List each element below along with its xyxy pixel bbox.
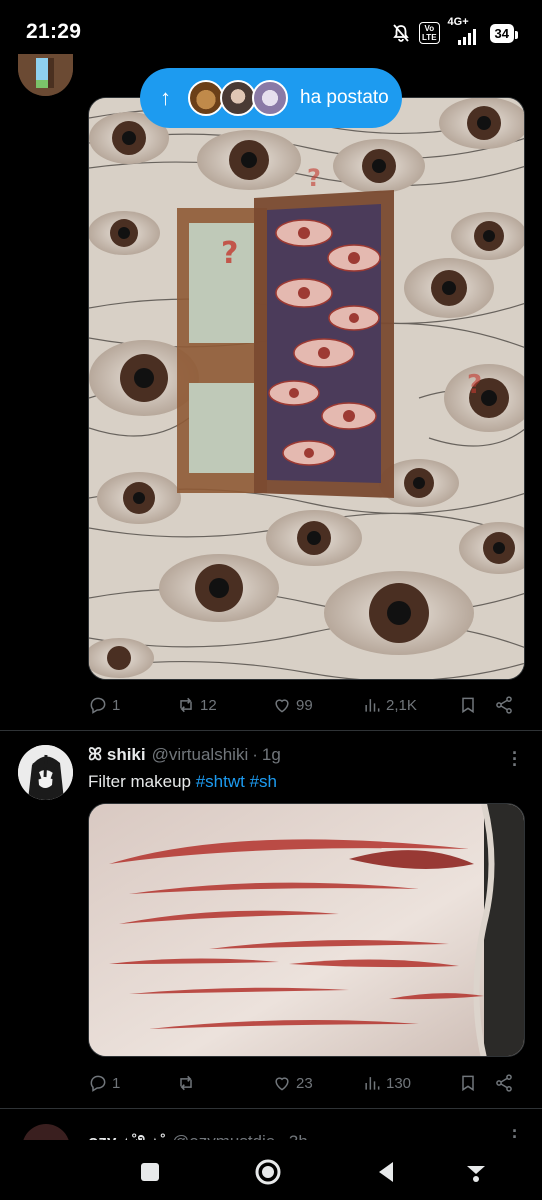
signal-group: 4G+ bbox=[448, 16, 482, 45]
back-button[interactable] bbox=[366, 1152, 406, 1192]
reply-count: 1 bbox=[112, 1074, 121, 1092]
svg-text:?: ? bbox=[467, 370, 482, 400]
separator-dot: · bbox=[252, 745, 258, 764]
battery-icon: 34 bbox=[489, 23, 519, 43]
hashtag-sh[interactable]: #sh bbox=[250, 772, 277, 791]
author-handle[interactable]: @ozymustdie bbox=[172, 1132, 275, 1140]
pill-avatar-2 bbox=[220, 80, 256, 116]
reposted-by-pill[interactable]: ↑ ha postato bbox=[140, 68, 402, 128]
post-time[interactable]: 1g bbox=[262, 745, 281, 765]
like-count: 99 bbox=[296, 696, 313, 714]
pill-avatars bbox=[188, 80, 288, 116]
author-name[interactable]: ozy ⋆˚࿔ ⋆˚ bbox=[88, 1122, 166, 1140]
bookmark-button[interactable] bbox=[458, 695, 494, 715]
hashtag-shtwt[interactable]: #shtwt bbox=[196, 772, 245, 791]
hide-keyboard-icon bbox=[467, 1166, 485, 1182]
post-3-avatar[interactable] bbox=[22, 1124, 70, 1140]
arrow-up-icon: ↑ bbox=[160, 85, 171, 110]
post-1-avatar[interactable] bbox=[18, 54, 73, 96]
signal-icon bbox=[457, 29, 476, 45]
svg-text:?: ? bbox=[307, 164, 321, 192]
post-2-avatar[interactable] bbox=[18, 745, 73, 800]
more-options-icon[interactable]: ··· bbox=[512, 744, 518, 774]
svg-text:?: ? bbox=[221, 236, 238, 271]
views-count: 2,1K bbox=[386, 696, 417, 714]
reply-count: 1 bbox=[112, 696, 121, 714]
reply-button[interactable]: 1 bbox=[88, 695, 176, 715]
author-name[interactable]: ꕤ shiki bbox=[88, 745, 146, 765]
home-circle-icon bbox=[255, 1159, 281, 1185]
repost-button[interactable] bbox=[176, 1073, 272, 1093]
post-time[interactable]: 3h bbox=[289, 1132, 308, 1140]
views-button[interactable]: 2,1K bbox=[362, 695, 458, 715]
repost-count: 12 bbox=[200, 696, 217, 714]
post-3-header: ozy ⋆˚࿔ ⋆˚ @ozymustdie · 3h bbox=[88, 1122, 308, 1140]
repost-button[interactable]: 12 bbox=[176, 695, 272, 715]
pill-avatar-3 bbox=[252, 80, 288, 116]
views-button[interactable]: 130 bbox=[362, 1073, 458, 1093]
status-icons: Vo LTE 4G+ 34 bbox=[391, 16, 519, 46]
post-divider bbox=[0, 1108, 542, 1109]
share-icon bbox=[496, 696, 512, 714]
pill-text: ha postato bbox=[300, 87, 389, 108]
square-icon bbox=[141, 1163, 159, 1181]
status-bar: 21:29 Vo LTE 4G+ 34 bbox=[0, 0, 542, 64]
share-icon bbox=[496, 1074, 512, 1092]
skin-image bbox=[89, 804, 524, 1056]
post-2-text: Filter makeup #shtwt #sh bbox=[88, 772, 277, 792]
pill-avatar-1 bbox=[188, 80, 224, 116]
volte-icon: Vo LTE bbox=[419, 22, 440, 44]
reply-icon bbox=[90, 1075, 106, 1092]
views-icon bbox=[365, 1077, 380, 1090]
heart-icon bbox=[275, 699, 289, 713]
author-handle[interactable]: @virtualshiki bbox=[152, 745, 249, 765]
post-3-peek: ozy ⋆˚࿔ ⋆˚ @ozymustdie · 3h ··· bbox=[0, 1118, 542, 1140]
status-time: 21:29 bbox=[26, 20, 82, 43]
separator-dot: · bbox=[279, 1132, 285, 1140]
keyboard-hide-button[interactable] bbox=[456, 1152, 496, 1192]
volte-line2: LTE bbox=[422, 33, 437, 42]
views-count: 130 bbox=[386, 1074, 412, 1092]
post-1-actions: 1 12 99 2,1K bbox=[88, 690, 518, 720]
like-button[interactable]: 23 bbox=[272, 1073, 362, 1093]
bookmark-button[interactable] bbox=[458, 1073, 494, 1093]
reply-button[interactable]: 1 bbox=[88, 1073, 176, 1093]
like-count: 23 bbox=[296, 1074, 313, 1092]
anime-avatar-image bbox=[18, 745, 73, 800]
back-triangle-icon bbox=[379, 1162, 393, 1182]
repost-icon bbox=[180, 697, 192, 713]
post-text-plain: Filter makeup bbox=[88, 772, 196, 791]
post-2-image[interactable] bbox=[88, 803, 525, 1057]
door-avatar-image bbox=[18, 54, 73, 96]
bookmark-icon bbox=[462, 697, 474, 714]
reply-icon bbox=[90, 697, 106, 714]
share-button[interactable] bbox=[494, 1073, 514, 1093]
recents-button[interactable] bbox=[130, 1152, 170, 1192]
home-button[interactable] bbox=[248, 1152, 288, 1192]
repost-icon bbox=[180, 1075, 192, 1091]
more-options-icon[interactable]: ··· bbox=[512, 1122, 518, 1140]
mute-icon bbox=[393, 24, 409, 42]
post-1-image[interactable]: ? ? ? bbox=[88, 97, 525, 680]
post-2-header: ꕤ shiki @virtualshiki · 1g bbox=[88, 745, 281, 765]
eyes-door-image: ? ? ? bbox=[89, 98, 524, 679]
volte-line1: Vo bbox=[424, 24, 435, 33]
heart-icon bbox=[275, 1077, 289, 1091]
share-button[interactable] bbox=[494, 695, 514, 715]
post-divider bbox=[0, 730, 542, 731]
bookmark-icon bbox=[462, 1075, 474, 1092]
network-type: 4G+ bbox=[447, 16, 469, 28]
system-nav-bar bbox=[0, 1140, 542, 1200]
views-icon bbox=[365, 699, 380, 712]
post-2-actions: 1 23 130 bbox=[88, 1068, 518, 1098]
like-button[interactable]: 99 bbox=[272, 695, 362, 715]
